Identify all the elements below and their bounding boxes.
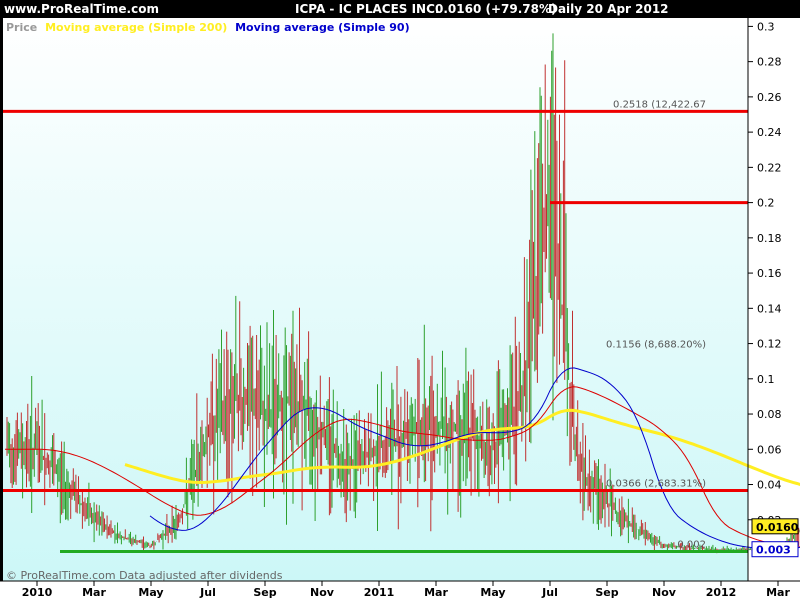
legend-ma90: Moving average (Simple 90)	[235, 21, 410, 34]
value-badge-label: 0.003	[756, 544, 791, 557]
x-tick-label: 2011	[364, 586, 395, 599]
value-badge-label: 0.0160	[756, 521, 799, 534]
y-tick-label: 0.22	[757, 161, 782, 174]
instrument-title: ICPA - IC PLACES INC.	[295, 2, 440, 16]
x-axis-panel	[0, 581, 800, 600]
site-name[interactable]: www.ProRealTime.com	[4, 2, 159, 16]
copyright-note: © ProRealTime.com Data adjusted after di…	[6, 569, 283, 582]
quote-value: 0.0160 (+79.78%)	[435, 2, 557, 16]
y-tick-label: 0.18	[757, 232, 782, 245]
y-tick-label: 0.1	[757, 373, 775, 386]
price-chart[interactable]: 0.2518 (12,422.67 0.1156 (8,688.20%) 0.036…	[0, 0, 800, 600]
chart-legend: Price Moving average (Simple 200) Moving…	[6, 21, 414, 34]
y-tick-label: 0.06	[757, 443, 782, 456]
title-bar: www.ProRealTime.com ICPA - IC PLACES INC…	[0, 0, 800, 18]
x-tick-label: Jul	[541, 586, 558, 599]
y-tick-label: 0.28	[757, 56, 782, 69]
x-tick-label: May	[480, 586, 505, 599]
y-tick-label: 0.04	[757, 479, 782, 492]
y-tick-label: 0.26	[757, 91, 782, 104]
x-tick-label: May	[138, 586, 163, 599]
x-tick-label: Nov	[652, 586, 677, 599]
hline-label: 0.0366 (2,683.31%)	[606, 479, 706, 490]
x-tick-label: Nov	[310, 586, 335, 599]
period-label: Daily 20 Apr 2012	[548, 2, 669, 16]
hline-label: 0.2518 (12,422.67	[613, 99, 706, 110]
x-tick-label: 2010	[22, 586, 53, 599]
legend-price: Price	[6, 21, 38, 34]
hline-label: 0.1156 (8,688.20%)	[606, 339, 706, 350]
y-tick-label: 0.16	[757, 267, 782, 280]
x-tick-label: Mar	[766, 586, 790, 599]
y-tick-label: 0.12	[757, 338, 782, 351]
y-tick-label: 0.3	[757, 20, 775, 33]
hline-label: 0.002	[677, 539, 706, 550]
y-tick-label: 0.2	[757, 197, 775, 210]
x-tick-label: Mar	[424, 586, 448, 599]
y-tick-label: 0.08	[757, 408, 782, 421]
x-tick-label: Jul	[199, 586, 216, 599]
x-tick-label: 2012	[706, 586, 737, 599]
y-tick-label: 0.24	[757, 126, 782, 139]
y-tick-label: 0.14	[757, 302, 782, 315]
x-tick-label: Sep	[595, 586, 618, 599]
x-tick-label: Sep	[253, 586, 276, 599]
x-tick-label: Mar	[82, 586, 106, 599]
legend-ma200: Moving average (Simple 200)	[45, 21, 228, 34]
